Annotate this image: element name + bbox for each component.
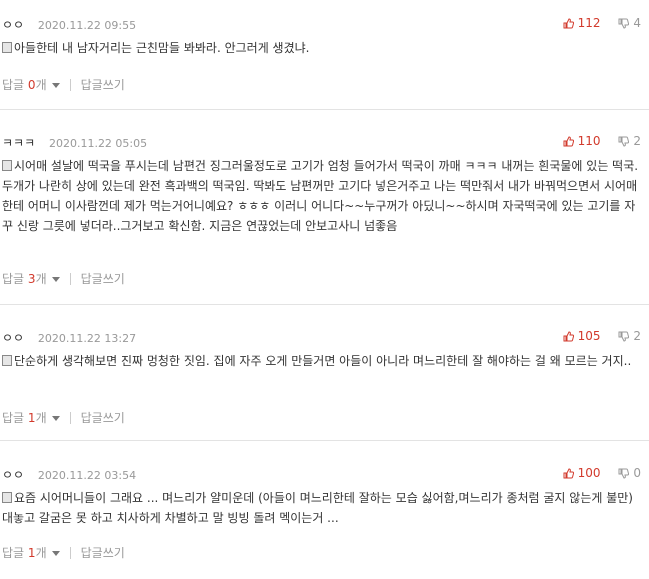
- divider: [0, 304, 649, 305]
- reply-label: 답글: [2, 272, 25, 286]
- reply-label: 답글: [2, 78, 25, 92]
- reply-label: 답글: [2, 411, 25, 425]
- reply-label: 답글: [2, 546, 25, 560]
- chevron-down-icon: [51, 83, 60, 88]
- write-reply-link[interactable]: 답글쓰기: [81, 272, 125, 286]
- divider: [69, 273, 71, 285]
- comment-author[interactable]: ㅇㅇ: [2, 18, 24, 32]
- comment-author[interactable]: ㅇㅇ: [2, 331, 24, 345]
- chevron-down-icon: [51, 277, 60, 282]
- thumbs-up-icon: [563, 136, 574, 147]
- downvote-count: 4: [633, 16, 641, 30]
- reply-unit: 개: [35, 411, 47, 425]
- comment-votes: 105 2: [563, 329, 641, 343]
- comment-text: 시어매 설날에 떡국을 푸시는데 남편건 징그러울정도로 고기가 엄청 들어가서…: [2, 159, 639, 233]
- upvote-count: 100: [577, 466, 601, 480]
- document-icon: [2, 355, 12, 366]
- divider: [69, 412, 71, 424]
- upvote-count: 105: [577, 329, 601, 343]
- comment-date: 2020.11.22 03:54: [37, 469, 137, 482]
- comment-text: 단순하게 생각해보면 진짜 멍청한 짓임. 집에 자주 오게 만들거면 아들이 …: [14, 354, 632, 368]
- chevron-down-icon: [51, 416, 60, 421]
- thumbs-down-icon: [618, 468, 630, 479]
- reply-unit: 개: [35, 78, 47, 92]
- downvote-button[interactable]: 0: [618, 466, 641, 480]
- comment-meta: ㅇㅇ 2020.11.22 03:54: [2, 466, 137, 482]
- reply-count: 0: [27, 78, 36, 92]
- upvote-button[interactable]: 110: [563, 134, 605, 148]
- upvote-count: 110: [577, 134, 601, 148]
- divider: [69, 79, 71, 91]
- comment-actions: 답글 1개 답글쓰기: [2, 409, 125, 426]
- reply-toggle[interactable]: 답글 1개: [2, 411, 60, 425]
- thumbs-up-icon: [563, 468, 574, 479]
- write-reply-link[interactable]: 답글쓰기: [81, 411, 125, 425]
- divider: [0, 440, 649, 441]
- reply-toggle[interactable]: 답글 3개: [2, 272, 60, 286]
- upvote-button[interactable]: 105: [563, 329, 605, 343]
- document-icon: [2, 160, 12, 171]
- comment-text: 아들한테 내 남자거리는 근친맘들 봐봐라. 안그러게 생겼냐.: [14, 41, 310, 55]
- write-reply-link[interactable]: 답글쓰기: [81, 78, 125, 92]
- comment-text: 요즘 시어머니들이 그래요 ... 며느리가 얄미운데 (아들이 며느리한테 잘…: [2, 491, 633, 525]
- document-icon: [2, 42, 12, 53]
- thumbs-up-icon: [563, 18, 574, 29]
- reply-unit: 개: [35, 546, 47, 560]
- downvote-button[interactable]: 2: [618, 329, 641, 343]
- comment-body: 단순하게 생각해보면 진짜 멍청한 짓임. 집에 자주 오게 만들거면 아들이 …: [2, 351, 642, 371]
- comment-body: 요즘 시어머니들이 그래요 ... 며느리가 얄미운데 (아들이 며느리한테 잘…: [2, 488, 642, 528]
- downvote-button[interactable]: 4: [618, 16, 641, 30]
- thumbs-up-icon: [563, 331, 574, 342]
- downvote-count: 2: [633, 134, 641, 148]
- comment-author[interactable]: ㅋㅋㅋ: [2, 136, 35, 150]
- upvote-button[interactable]: 100: [563, 466, 605, 480]
- comment-votes: 110 2: [563, 134, 641, 148]
- divider: [69, 547, 71, 559]
- comment-actions: 답글 0개 답글쓰기: [2, 76, 125, 93]
- comment-body: 아들한테 내 남자거리는 근친맘들 봐봐라. 안그러게 생겼냐.: [2, 38, 642, 58]
- reply-count: 3: [27, 272, 36, 286]
- reply-toggle[interactable]: 답글 0개: [2, 78, 60, 92]
- write-reply-link[interactable]: 답글쓰기: [81, 546, 125, 560]
- thumbs-down-icon: [618, 18, 630, 29]
- upvote-count: 112: [577, 16, 601, 30]
- comment-actions: 답글 3개 답글쓰기: [2, 270, 125, 287]
- upvote-button[interactable]: 112: [563, 16, 605, 30]
- reply-count: 1: [27, 411, 36, 425]
- document-icon: [2, 492, 12, 503]
- reply-toggle[interactable]: 답글 1개: [2, 546, 60, 560]
- comment-votes: 112 4: [563, 16, 641, 30]
- reply-unit: 개: [35, 272, 47, 286]
- comment-date: 2020.11.22 13:27: [37, 332, 137, 345]
- comment-date: 2020.11.22 09:55: [37, 19, 137, 32]
- downvote-button[interactable]: 2: [618, 134, 641, 148]
- reply-count: 1: [27, 546, 36, 560]
- comment-date: 2020.11.22 05:05: [48, 137, 148, 150]
- thumbs-down-icon: [618, 136, 630, 147]
- comment-votes: 100 0: [563, 466, 641, 480]
- comment-actions: 답글 1개 답글쓰기: [2, 544, 125, 561]
- divider: [0, 109, 649, 110]
- downvote-count: 0: [633, 466, 641, 480]
- downvote-count: 2: [633, 329, 641, 343]
- comment-meta: ㅋㅋㅋ 2020.11.22 05:05: [2, 134, 148, 150]
- comment-meta: ㅇㅇ 2020.11.22 13:27: [2, 329, 137, 345]
- comment-body: 시어매 설날에 떡국을 푸시는데 남편건 징그러울정도로 고기가 엄청 들어가서…: [2, 156, 642, 236]
- comment-meta: ㅇㅇ 2020.11.22 09:55: [2, 16, 137, 32]
- thumbs-down-icon: [618, 331, 630, 342]
- comment-author[interactable]: ㅇㅇ: [2, 468, 24, 482]
- chevron-down-icon: [51, 551, 60, 556]
